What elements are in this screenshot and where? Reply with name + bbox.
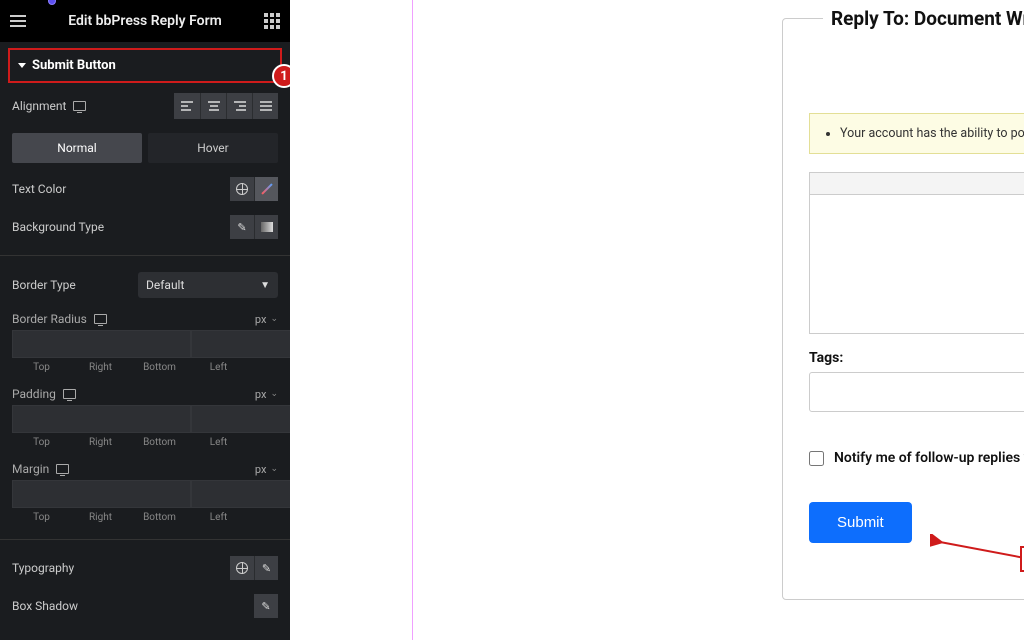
pen-color-icon: [261, 183, 272, 194]
pencil-icon: ✎: [261, 600, 270, 613]
section-header-wrapper: Submit Button 1: [0, 42, 290, 83]
alignment-button-group: [174, 93, 278, 119]
align-right-button[interactable]: [226, 93, 252, 119]
text-color-row: Text Color: [12, 177, 278, 201]
sidebar-header: Edit bbPress Reply Form: [0, 0, 290, 42]
notify-checkbox[interactable]: [809, 451, 824, 466]
background-type-label: Background Type: [12, 220, 104, 234]
form-legend: Reply To: Document Writing: [823, 7, 1024, 30]
box-shadow-row: Box Shadow ✎: [12, 594, 278, 618]
edit-typography-button[interactable]: ✎: [254, 556, 278, 580]
gradient-icon: [261, 222, 273, 232]
border-type-row: Border Type Default ▼: [12, 272, 278, 298]
color-picker-button[interactable]: [254, 177, 278, 201]
unit-selector[interactable]: px⌄: [255, 463, 278, 476]
elementor-sidebar: Edit bbPress Reply Form Submit Button 1 …: [0, 0, 290, 640]
unit-selector[interactable]: px⌄: [255, 313, 278, 326]
tags-label: Tags:: [809, 350, 1024, 366]
text-color-label: Text Color: [12, 182, 66, 196]
chevron-down-icon: ▼: [260, 280, 270, 291]
border-radius-control: Border Radius px⌄ 🔗 Top Right Bottom Lef…: [12, 312, 278, 373]
border-type-select[interactable]: Default ▼: [138, 272, 278, 298]
align-left-button[interactable]: [174, 93, 200, 119]
background-gradient-button[interactable]: [254, 215, 278, 239]
tab-hover[interactable]: Hover: [148, 133, 278, 163]
pencil-icon: ✎: [262, 562, 271, 575]
border-type-value: Default: [146, 278, 184, 292]
reply-form-card: Reply To: Document Writing Your account …: [782, 18, 1024, 600]
notice-box: Your account has the ability to post unr…: [809, 113, 1024, 154]
padding-control: Padding px⌄ 🔗 Top Right Bottom Left: [12, 387, 278, 448]
globe-icon: [236, 183, 248, 195]
preview-canvas: Reply To: Document Writing Your account …: [290, 0, 1024, 640]
section-title: Submit Button: [32, 58, 116, 73]
background-classic-button[interactable]: ✎: [230, 215, 254, 239]
notify-row: Notify me of follow-up replies via email: [809, 450, 1024, 466]
section-toggle-submit-button[interactable]: Submit Button: [14, 56, 276, 75]
divider: [0, 539, 290, 540]
unit-selector[interactable]: px⌄: [255, 388, 278, 401]
background-type-row: Background Type ✎: [12, 215, 278, 239]
globe-icon: [236, 562, 248, 574]
responsive-desktop-icon[interactable]: [73, 101, 86, 111]
tab-normal[interactable]: Normal: [12, 133, 142, 163]
margin-control: Margin px⌄ 🔗 Top Right Bottom Left: [12, 462, 278, 523]
padding-top-input[interactable]: [12, 405, 191, 433]
editor-toolbar[interactable]: [809, 172, 1024, 194]
border-radius-right-input[interactable]: [191, 330, 290, 358]
margin-right-input[interactable]: [191, 480, 290, 508]
global-color-button[interactable]: [230, 177, 254, 201]
apps-grid-icon[interactable]: [264, 13, 280, 29]
responsive-desktop-icon[interactable]: [94, 314, 107, 324]
global-typography-button[interactable]: [230, 556, 254, 580]
notice-text: Your account has the ability to post unr…: [840, 126, 1024, 141]
panel-body: Alignment Normal Hover: [0, 83, 290, 640]
section-highlight-box: Submit Button: [8, 48, 282, 83]
responsive-desktop-icon[interactable]: [56, 464, 69, 474]
alignment-row: Alignment: [12, 93, 278, 119]
sidebar-title: Edit bbPress Reply Form: [68, 13, 222, 29]
align-justify-button[interactable]: [252, 93, 278, 119]
annotation-number-box: 1: [1020, 546, 1024, 572]
brush-icon: ✎: [237, 221, 246, 234]
reply-content-textarea[interactable]: [809, 194, 1024, 334]
box-shadow-label: Box Shadow: [12, 599, 78, 613]
typography-label: Typography: [12, 561, 74, 575]
state-tabs: Normal Hover: [12, 133, 278, 163]
margin-top-input[interactable]: [12, 480, 191, 508]
alignment-label: Alignment: [12, 99, 66, 113]
tags-input[interactable]: [809, 372, 1024, 412]
notify-label: Notify me of follow-up replies via email: [834, 450, 1024, 466]
border-type-label: Border Type: [12, 278, 76, 292]
guide-line: [412, 0, 413, 640]
edit-box-shadow-button[interactable]: ✎: [254, 594, 278, 618]
divider: [0, 255, 290, 256]
responsive-desktop-icon[interactable]: [63, 389, 76, 399]
margin-label: Margin: [12, 462, 49, 476]
typography-row: Typography ✎: [12, 556, 278, 580]
align-center-button[interactable]: [200, 93, 226, 119]
caret-down-icon: [18, 63, 26, 68]
menu-icon[interactable]: [10, 15, 26, 27]
border-radius-top-input[interactable]: [12, 330, 191, 358]
submit-button[interactable]: Submit: [809, 502, 912, 543]
border-radius-label: Border Radius: [12, 312, 87, 326]
padding-label: Padding: [12, 387, 56, 401]
padding-right-input[interactable]: [191, 405, 290, 433]
